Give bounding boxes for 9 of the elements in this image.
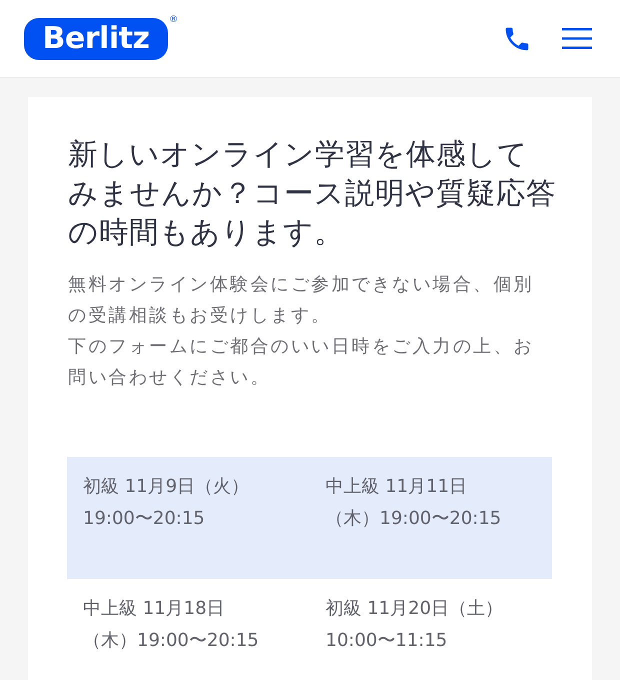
intro-title: 新しいオンライン学習を体感してみませんか？コース説明や質疑応答の時間もあります。 [68, 136, 557, 251]
registered-mark: ® [169, 16, 178, 24]
schedule-cell-text: 中上級 11月11日（木）19:00〜20:15 [326, 475, 502, 531]
schedule-cell-text: 初級 11月9日（火）19:00〜20:15 [83, 475, 250, 531]
schedule-cell-text: 初級 11月20日（土）10:00〜11:15 [326, 597, 504, 653]
schedule-cell-text: 中上級 11月18日（木）19:00〜20:15 [83, 597, 260, 653]
menu-icon[interactable] [562, 28, 592, 49]
intro-description: 無料オンライン体験会にご参加できない場合、個別の受講相談もお受けします。 下のフォームにご都合のいい日時をご入力の上、お問い合わせください。 [68, 273, 535, 390]
logo[interactable]: Berlitz [24, 18, 168, 60]
